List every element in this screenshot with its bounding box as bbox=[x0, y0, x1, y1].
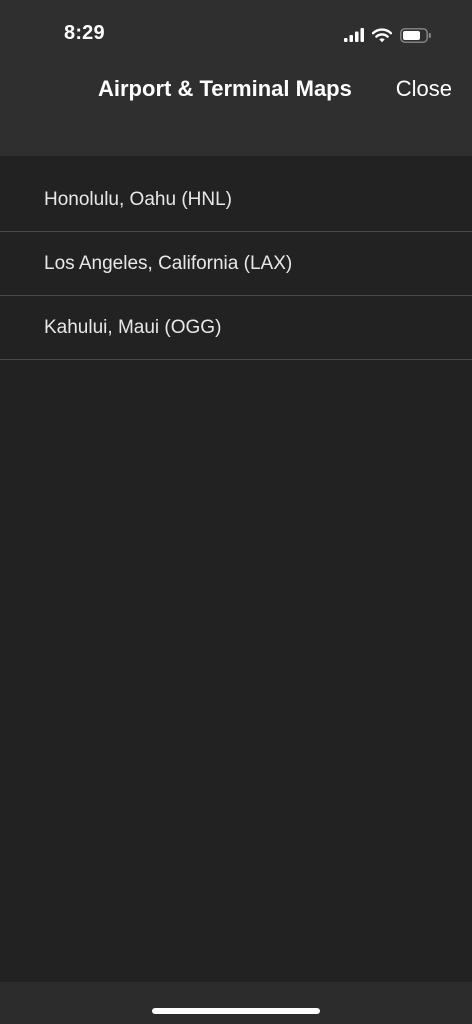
list-item-ogg[interactable]: Kahului, Maui (OGG) bbox=[0, 296, 472, 360]
list-item-lax[interactable]: Los Angeles, California (LAX) bbox=[0, 232, 472, 296]
list-item-label: Kahului, Maui (OGG) bbox=[44, 316, 222, 338]
status-bar: 8:29 bbox=[0, 0, 472, 60]
cellular-signal-icon bbox=[344, 28, 364, 42]
status-icons bbox=[344, 24, 432, 46]
list-item-hnl[interactable]: Honolulu, Oahu (HNL) bbox=[0, 168, 472, 232]
status-time: 8:29 bbox=[64, 22, 105, 44]
home-indicator[interactable] bbox=[152, 1008, 320, 1014]
bottom-bar bbox=[0, 982, 472, 1024]
list-item-label: Honolulu, Oahu (HNL) bbox=[44, 188, 232, 210]
wifi-icon bbox=[372, 27, 392, 42]
page-title: Airport & Terminal Maps bbox=[98, 76, 352, 101]
list-item-label: Los Angeles, California (LAX) bbox=[44, 252, 293, 274]
airport-list: Honolulu, Oahu (HNL) Los Angeles, Califo… bbox=[0, 168, 472, 360]
close-button[interactable]: Close bbox=[396, 76, 452, 102]
navigation-header: 8:29 Airport & Terminal Maps Close bbox=[0, 0, 472, 156]
battery-icon bbox=[400, 27, 431, 43]
